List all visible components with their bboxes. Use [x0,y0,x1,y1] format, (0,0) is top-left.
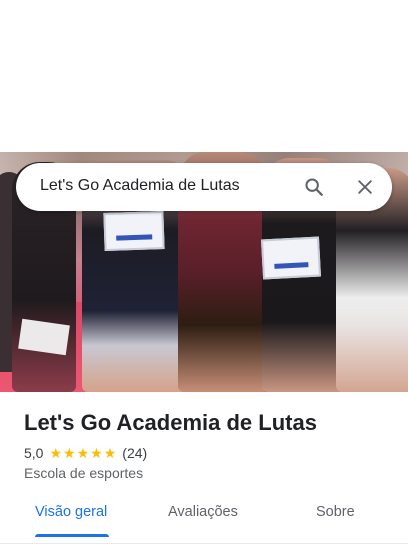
star-icon: ★ [103,445,117,461]
photo-certificate [103,210,165,252]
place-title: Let's Go Academia de Lutas [24,410,317,435]
search-input[interactable]: Let's Go Academia de Lutas [40,177,240,195]
rating-value: 5,0 [24,445,44,461]
tab-about[interactable]: Sobre [316,504,355,520]
tab-reviews[interactable]: Avaliações [168,504,238,520]
tab-overview[interactable]: Visão geral [35,504,107,520]
rating-row[interactable]: 5,0 ★ ★ ★ ★ ★ (24) [24,444,147,462]
star-icon: ★ [90,445,103,461]
star-icon: ★ [76,445,90,461]
search-bar[interactable]: Let's Go Academia de Lutas [16,163,392,211]
search-icon[interactable] [302,175,326,199]
photo-paper [18,318,70,356]
star-icon: ★ [49,445,63,461]
star-icon: ★ [63,445,76,461]
place-category[interactable]: Escola de esportes [24,465,143,481]
review-count[interactable]: (24) [122,445,147,461]
place-tabs: Visão geral Avaliações Sobre [0,494,408,538]
rating-stars: ★ ★ ★ ★ ★ [49,446,117,460]
active-tab-indicator [35,534,109,537]
close-icon[interactable] [353,175,377,199]
photo-certificate [260,236,322,280]
